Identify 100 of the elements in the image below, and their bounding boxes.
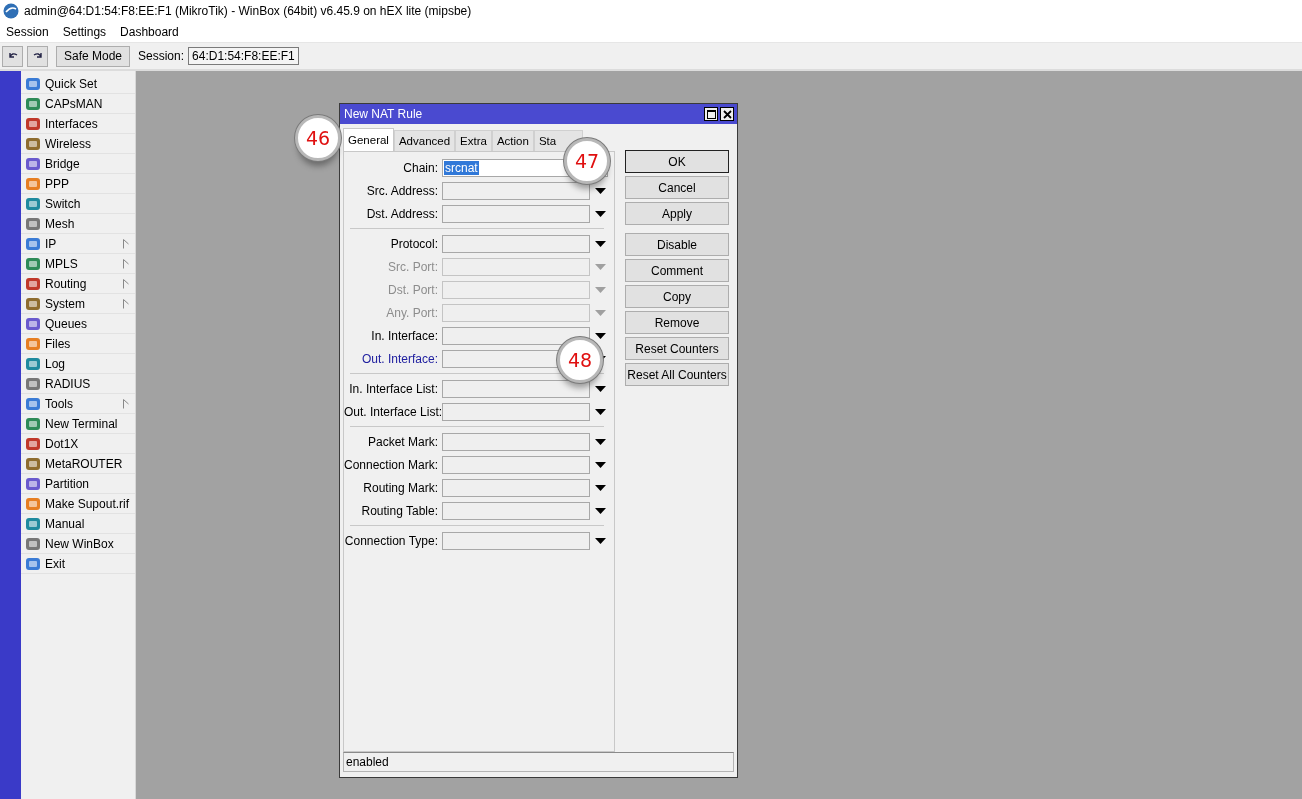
sidebar-item[interactable]: Manual: [21, 514, 135, 534]
square-icon: [25, 155, 41, 172]
dropdown-arrow-icon[interactable]: [595, 210, 606, 217]
dropdown-arrow-icon[interactable]: [595, 461, 606, 468]
dropdown-arrow-icon[interactable]: [595, 385, 606, 392]
dialog-button[interactable]: Apply: [625, 202, 729, 225]
sidebar-item[interactable]: PPP: [21, 174, 135, 194]
redo-button[interactable]: [27, 45, 48, 67]
input-field[interactable]: [442, 402, 590, 421]
input-field[interactable]: [442, 257, 590, 276]
sidebar-item[interactable]: Interfaces: [21, 114, 135, 134]
dialog-button[interactable]: OK: [625, 150, 729, 173]
sidebar-item[interactable]: Bridge: [21, 154, 135, 174]
maximize-button[interactable]: [704, 107, 718, 121]
sidebar-item[interactable]: Routing: [21, 274, 135, 294]
input-field[interactable]: [442, 432, 590, 451]
sidebar-item[interactable]: New Terminal: [21, 414, 135, 434]
sidebar-item[interactable]: Mesh: [21, 214, 135, 234]
dialog-button[interactable]: Disable: [625, 233, 729, 256]
input-field[interactable]: [442, 501, 590, 520]
sidebar-item[interactable]: RADIUS: [21, 374, 135, 394]
sidebar-item[interactable]: Switch: [21, 194, 135, 214]
sidebar-item[interactable]: New WinBox: [21, 534, 135, 554]
square-icon: [25, 435, 41, 452]
submenu-arrow-icon: [123, 398, 129, 409]
close-icon: [722, 109, 732, 119]
dropdown-arrow-icon[interactable]: [595, 332, 606, 339]
safe-mode-button[interactable]: Safe Mode: [56, 45, 130, 67]
square-icon: [25, 295, 41, 312]
dropdown-arrow-icon[interactable]: [595, 484, 606, 491]
square-icon: [25, 115, 41, 132]
field-label: Out. Interface:: [360, 351, 439, 366]
square-icon: [25, 275, 41, 292]
square-icon: [25, 455, 41, 472]
dropdown-arrow-icon[interactable]: [595, 408, 606, 415]
dropdown-arrow-icon[interactable]: [595, 240, 606, 247]
dropdown-arrow-icon[interactable]: [595, 187, 606, 194]
field-label: Routing Mark:: [362, 480, 439, 495]
input-field[interactable]: [442, 455, 590, 474]
sidebar-item[interactable]: Files: [21, 334, 135, 354]
submenu-arrow-icon: [123, 238, 129, 249]
dialog-title: New NAT Rule: [344, 107, 424, 121]
menu-item[interactable]: Settings: [62, 25, 107, 39]
input-field[interactable]: [442, 379, 590, 398]
square-icon: [25, 215, 41, 232]
submenu-arrow-icon: [123, 298, 129, 309]
sidebar-item[interactable]: CAPsMAN: [21, 94, 135, 114]
menu-item[interactable]: Session: [6, 25, 49, 39]
undo-button[interactable]: [2, 45, 23, 67]
dialog-button[interactable]: Copy: [625, 285, 729, 308]
tab[interactable]: Advanced: [393, 130, 456, 151]
sidebar-item[interactable]: Quick Set: [21, 74, 135, 94]
sidebar-item[interactable]: Exit: [21, 554, 135, 574]
sidebar-item[interactable]: Make Supout.rif: [21, 494, 135, 514]
sidebar-item[interactable]: MPLS: [21, 254, 135, 274]
sidebar-item[interactable]: Wireless: [21, 134, 135, 154]
dropdown-arrow-icon[interactable]: [595, 438, 606, 445]
sidebar-item[interactable]: Queues: [21, 314, 135, 334]
dropdown-arrow-icon[interactable]: [595, 537, 606, 544]
field-label: Any. Port:: [385, 305, 439, 320]
dialog-button[interactable]: Reset Counters: [625, 337, 729, 360]
status-field: enabled: [343, 752, 734, 772]
field-label: Protocol:: [389, 236, 439, 251]
input-field[interactable]: [442, 204, 590, 223]
sidebar-item[interactable]: Log: [21, 354, 135, 374]
dialog-button[interactable]: Comment: [625, 259, 729, 282]
field-label: Packet Mark:: [366, 434, 439, 449]
square-icon: [25, 355, 41, 372]
input-field[interactable]: [442, 326, 590, 345]
sidebar-item[interactable]: Tools: [21, 394, 135, 414]
input-field[interactable]: [442, 478, 590, 497]
square-icon: [25, 235, 41, 252]
sidebar-item[interactable]: MetaROUTER: [21, 454, 135, 474]
square-icon: [25, 535, 41, 552]
tab[interactable]: Extra: [455, 130, 492, 151]
dialog-button[interactable]: Remove: [625, 311, 729, 334]
sidebar-item[interactable]: IP: [21, 234, 135, 254]
field-label: Connection Mark:: [344, 457, 440, 472]
square-icon: [25, 415, 41, 432]
sidebar-item[interactable]: Dot1X: [21, 434, 135, 454]
square-icon: [25, 475, 41, 492]
dialog-button[interactable]: Cancel: [625, 176, 729, 199]
dialog-button[interactable]: Reset All Counters: [625, 363, 729, 386]
submenu-arrow-icon: [123, 258, 129, 269]
field-label: In. Interface List:: [348, 381, 439, 396]
dropdown-arrow-icon[interactable]: [595, 507, 606, 514]
tab[interactable]: Action: [491, 130, 534, 151]
square-icon: [25, 95, 41, 112]
input-field[interactable]: [442, 303, 590, 322]
square-icon: [25, 75, 41, 92]
close-button[interactable]: [720, 107, 734, 121]
input-field[interactable]: [442, 234, 590, 253]
sidebar-item[interactable]: System: [21, 294, 135, 314]
input-field[interactable]: [442, 531, 590, 550]
menu-item[interactable]: Dashboard: [120, 25, 179, 39]
square-icon: [25, 515, 41, 532]
tab[interactable]: General: [343, 128, 394, 151]
input-field[interactable]: [442, 280, 590, 299]
sidebar-item[interactable]: Partition: [21, 474, 135, 494]
input-field[interactable]: [442, 181, 590, 200]
